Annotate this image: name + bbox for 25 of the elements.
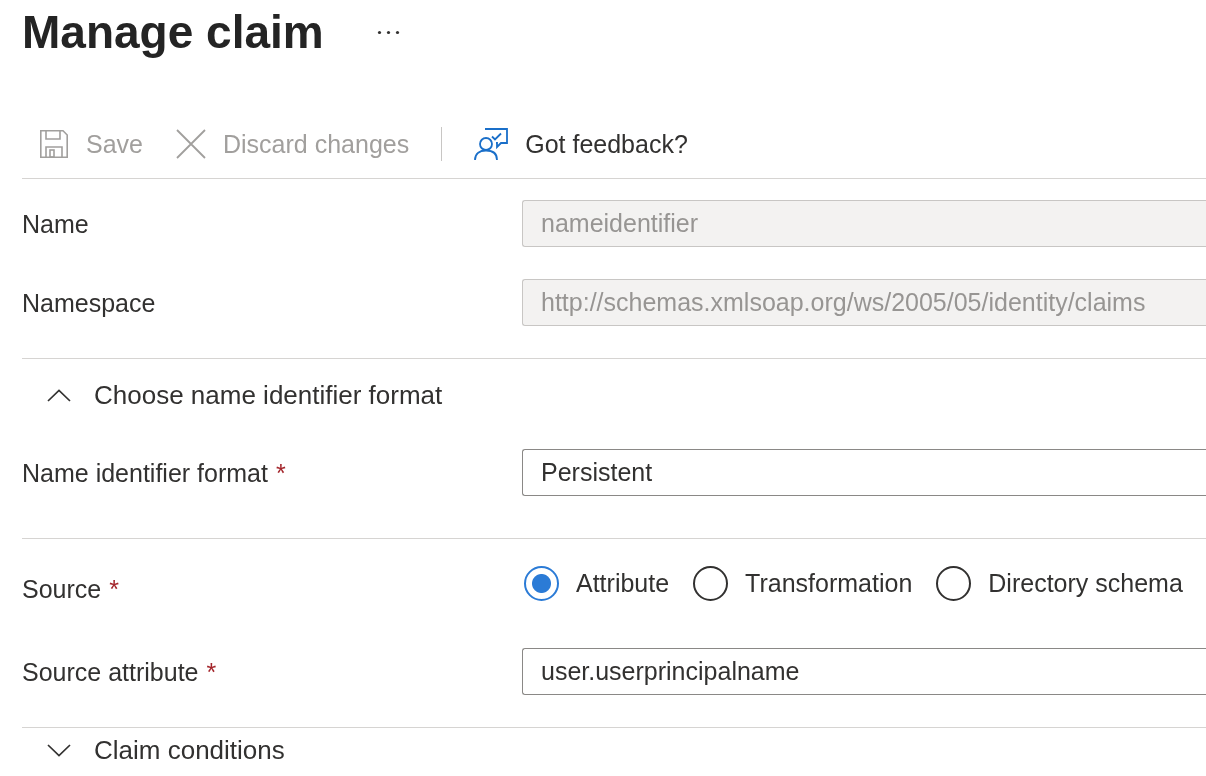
page-title: Manage claim [22,5,324,60]
feedback-button[interactable]: Got feedback? [458,122,704,166]
field-label: Name identifier format [22,457,268,488]
required-mark: * [206,656,217,687]
radio-option[interactable]: Directory schema [936,566,1183,601]
section-header[interactable]: Claim conditions [22,734,285,766]
person-speech-bubble-icon [474,127,510,161]
chevron-up-icon [47,388,71,402]
radio-icon[interactable] [936,566,972,601]
field-label: Name [22,208,89,239]
radio-option[interactable]: Transformation [693,566,913,601]
field-label: Source [22,574,102,604]
required-mark: * [109,574,119,604]
radio-option[interactable]: Attribute [524,566,670,601]
more-icon[interactable] [376,29,400,35]
field-label: Source attribute [22,656,199,687]
chevron-down-icon [47,743,71,757]
close-icon [175,128,207,160]
field-label: Namespace [22,287,156,318]
section-header[interactable]: Choose name identifier format [22,375,443,415]
text-field[interactable]: user.userprincipalname [522,648,1206,695]
required-mark: * [275,457,286,488]
radio-icon[interactable] [524,566,559,601]
radio-icon[interactable] [693,566,729,601]
text-field[interactable]: Persistent [522,449,1206,496]
